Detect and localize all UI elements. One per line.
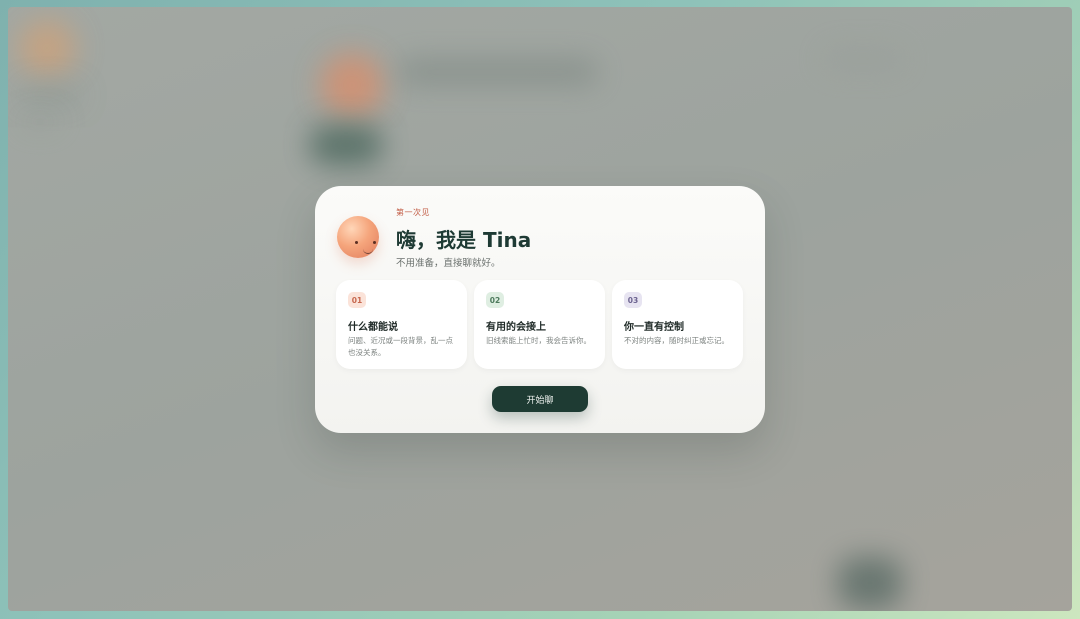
card-number-badge: 03 [624,292,642,308]
card-title: 你一直有控制 [624,322,684,333]
avatar-eye [355,241,358,244]
dialog-eyebrow: 第一次见 [396,208,430,217]
tina-avatar-icon [337,216,379,258]
avatar-mouth [363,247,373,254]
card-description: 旧线索能上忙时，我会告诉你。 [486,336,591,345]
dialog-title: 嗨，我是 Tina [396,228,532,252]
feature-cards: 01 什么都能说 问题、近况或一段背景，乱一点也没关系。 02 有用的会接上 旧… [336,280,743,369]
blurred-sidebar-item [20,87,80,103]
blurred-sidebar-item [20,117,60,127]
blurred-logo [18,19,76,77]
card-description: 不对的内容，随时纠正或忘记。 [624,336,729,345]
blurred-avatar [320,53,384,117]
card-number-badge: 02 [486,292,504,308]
welcome-dialog: 第一次见 嗨，我是 Tina 不用准备，直接聊就好。 01 什么都能说 问题、近… [315,186,765,433]
blurred-title [398,59,598,85]
card-number-badge: 01 [348,292,366,308]
blurred-header-item [823,47,903,71]
card-title: 什么都能说 [348,322,398,333]
avatar-eye [373,241,376,244]
feature-card: 02 有用的会接上 旧线索能上忙时，我会告诉你。 [474,280,605,369]
blurred-floating-button [838,557,902,609]
start-chat-button[interactable]: 开始聊 [492,386,588,412]
card-title: 有用的会接上 [486,322,546,333]
card-description: 问题、近况或一段背景，乱一点也没关系。 [348,336,453,357]
feature-card: 01 什么都能说 问题、近况或一段背景，乱一点也没关系。 [336,280,467,369]
blurred-button [310,125,382,165]
feature-card: 03 你一直有控制 不对的内容，随时纠正或忘记。 [612,280,743,369]
dialog-subtitle: 不用准备，直接聊就好。 [396,258,501,269]
